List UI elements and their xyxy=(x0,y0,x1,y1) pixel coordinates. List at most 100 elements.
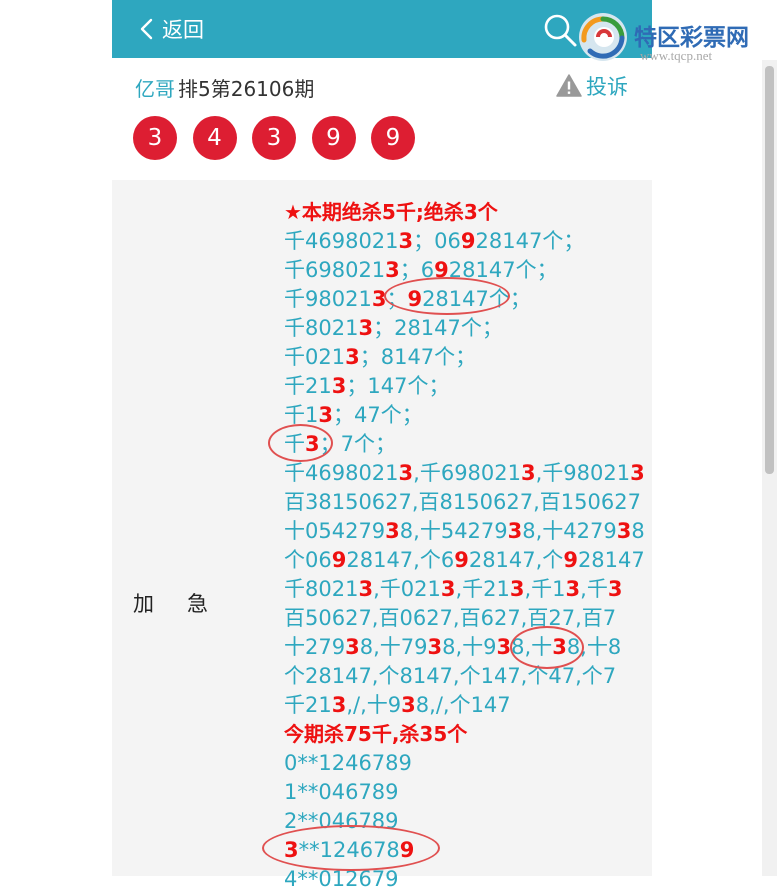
highlight-digit: 9 xyxy=(563,548,578,572)
line-text: 千21 xyxy=(284,693,332,717)
back-button[interactable]: 返回 xyxy=(134,14,204,44)
line-text: 千98021 xyxy=(284,287,372,311)
annotation-circle xyxy=(268,424,333,462)
highlight-digit: 3 xyxy=(427,635,443,659)
highlight-digit: 3 xyxy=(331,693,347,717)
line-text: 8,十9 xyxy=(442,635,497,659)
headline-line: ★本期绝杀5千;绝杀3个 xyxy=(284,198,644,227)
issue-title: 排5第26106期 xyxy=(178,77,315,101)
annotation-circle xyxy=(384,277,510,315)
prediction-line: 千13；47个； xyxy=(284,401,644,430)
line-text: ；06 xyxy=(413,229,461,253)
prediction-line: 千80213,千0213,千213,千13,千3 xyxy=(284,575,644,604)
result-ball: 3 xyxy=(252,116,296,160)
highlight-digit: 3 xyxy=(358,577,374,601)
prediction-line: 千46980213,千6980213,千980213 xyxy=(284,459,645,488)
line-text: 8,十54279 xyxy=(399,519,508,543)
report-label: 投诉 xyxy=(586,75,628,99)
top-bar: 返回 xyxy=(112,0,652,58)
line-text: 千4698021 xyxy=(284,461,399,485)
line-text: 百38150627,百8150627,百150627 xyxy=(284,490,641,514)
logo-title: 特区彩票网 xyxy=(634,25,749,51)
line-text: 8,十79 xyxy=(359,635,428,659)
highlight-digit: 3 xyxy=(398,461,414,485)
prediction-line: 十27938,十7938,十938,十38,十8 xyxy=(284,633,644,662)
highlight-digit: 3 xyxy=(509,577,525,601)
highlight-digit: 3 xyxy=(496,635,512,659)
site-logo-icon xyxy=(579,13,627,61)
chevron-left-icon xyxy=(140,18,153,40)
highlight-digit: 9 xyxy=(460,229,476,253)
author-link[interactable]: 亿哥 xyxy=(135,73,175,102)
prediction-line: 个28147,个8147,个147,个47,个7 xyxy=(284,662,644,691)
annotation-circle xyxy=(510,626,584,669)
line-text: ,千98021 xyxy=(535,461,631,485)
result-ball: 9 xyxy=(371,116,415,160)
prediction-line: 十05427938,十5427938,十427938 xyxy=(284,517,645,546)
prediction-line: 百50627,百0627,百627,百27,百7 xyxy=(284,604,644,633)
highlight-digit: 3 xyxy=(401,693,416,717)
line-text: 十054279 xyxy=(284,519,386,543)
scrollbar-thumb[interactable] xyxy=(765,66,774,474)
line-text: 十279 xyxy=(284,635,346,659)
result-ball: 3 xyxy=(133,116,177,160)
line-text: 1**046789 xyxy=(284,780,399,804)
highlight-digit: 3 xyxy=(385,258,400,282)
line-text: 千21 xyxy=(284,374,332,398)
line-text: 0**1246789 xyxy=(284,751,412,775)
line-text: 千021 xyxy=(284,345,346,369)
site-logo[interactable]: 特区彩票网 www.tqcp.net xyxy=(576,10,776,64)
highlight-digit: 3 xyxy=(630,461,645,485)
line-text: ,千21 xyxy=(455,577,510,601)
highlight-digit: 3 xyxy=(398,229,414,253)
line-text: 28147,个 xyxy=(468,548,564,572)
line-text: 千698021 xyxy=(284,258,386,282)
prediction-line: 千3；7个； xyxy=(284,430,644,459)
line-text: 百50627,百0627,百627,百27,百7 xyxy=(284,606,617,630)
line-text: 28147,个6 xyxy=(346,548,455,572)
line-text: 个28147,个8147,个147,个47,个7 xyxy=(284,664,617,688)
highlight-digit: 3 xyxy=(331,374,347,398)
highlight-digit: 3 xyxy=(521,461,536,485)
highlight-digit: 3 xyxy=(318,403,333,427)
line-text: ；147个； xyxy=(346,374,450,398)
prediction-line: 千80213；28147个； xyxy=(284,314,644,343)
result-ball: 9 xyxy=(311,116,356,160)
line-text: 千8021 xyxy=(284,316,359,340)
highlight-digit: 3 xyxy=(616,519,632,543)
highlight-digit: 3 xyxy=(440,577,456,601)
prediction-line: 千213；147个； xyxy=(284,372,644,401)
prediction-line: 千0213；8147个； xyxy=(284,343,644,372)
line-text: ,千1 xyxy=(524,577,566,601)
highlight-digit: 3 xyxy=(385,519,400,543)
line-text: ,千 xyxy=(580,577,608,601)
prediction-line: 千46980213；06928147个； xyxy=(284,227,644,256)
search-icon xyxy=(544,14,577,47)
annotation-circle xyxy=(262,825,440,871)
headline-line: 今期杀75千,杀35个 xyxy=(284,720,644,749)
highlight-digit: 3 xyxy=(565,577,581,601)
line-text: ,/,十9 xyxy=(346,693,402,717)
line-text: 8,/,个147 xyxy=(415,693,511,717)
result-ball: 4 xyxy=(192,116,237,160)
line-text: 8 xyxy=(631,519,645,543)
line-text: ,千021 xyxy=(373,577,441,601)
highlight-digit: 3 xyxy=(607,577,623,601)
prediction-line: 1**046789 xyxy=(284,778,644,807)
category-label: 加急 xyxy=(133,592,241,616)
line-text: ；8147个； xyxy=(359,345,477,369)
highlight-digit: 9 xyxy=(331,548,347,572)
line-text: 个06 xyxy=(284,548,332,572)
prediction-line: 0**1246789 xyxy=(284,749,644,778)
report-button[interactable]: 投诉 xyxy=(556,72,628,100)
highlight-digit: 3 xyxy=(345,345,360,369)
highlight-digit: 3 xyxy=(507,519,523,543)
line-text: 28147 xyxy=(577,548,645,572)
search-button[interactable] xyxy=(542,12,578,48)
post-info-row: 亿哥 排5第26106期 投诉 xyxy=(112,58,652,118)
line-text: 千8021 xyxy=(284,577,359,601)
line-text: 今期杀75千,杀35个 xyxy=(284,722,468,746)
line-text: ,千698021 xyxy=(413,461,521,485)
highlight-digit: 9 xyxy=(454,548,469,572)
prediction-line: 百38150627,百8150627,百150627 xyxy=(284,488,644,517)
